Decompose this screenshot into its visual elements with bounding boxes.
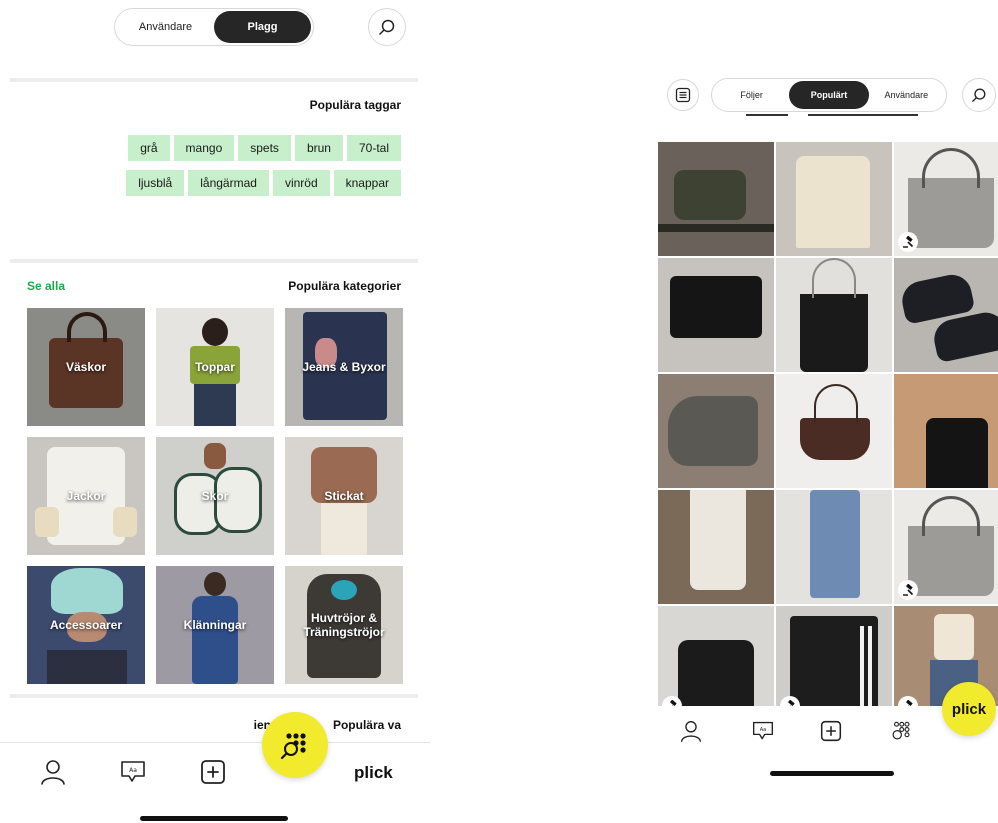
category-label: Skor [201,488,229,503]
messages-tab[interactable]: Aa [748,716,778,746]
chat-icon: Aa [753,721,773,740]
tag-chip[interactable]: ljusblå [126,170,185,196]
category-label: Jeans & Byxor [302,359,386,374]
plick-home-button[interactable]: plick [942,682,996,736]
search-icon [379,19,395,35]
category-tile[interactable]: Toppar [156,308,274,426]
popular-categories-title: Populära kategorier [288,279,401,293]
messages-tab[interactable]: Aa [116,755,150,789]
profile-tab[interactable] [36,755,70,789]
listing-photo[interactable] [658,490,774,604]
tab-popular[interactable]: Populärt [789,81,869,109]
tag-row-1: grå mango spets brun 70-tal [30,135,401,161]
category-tile[interactable]: Klänningar [156,566,274,684]
category-label: Klänningar [183,617,247,632]
listing-photo[interactable] [894,374,998,488]
tab-users[interactable]: Användare [869,81,944,109]
search-button[interactable] [368,8,406,46]
home-indicator [770,771,894,776]
category-label: Toppar [195,359,235,374]
section-divider [10,78,418,82]
tag-row-2: ljusblå långärmad vinröd knappar [30,170,401,196]
user-icon [41,760,65,785]
category-label: Huvtröjor & Träningströjor [303,610,385,639]
bottom-nav: Aa plick [0,742,430,802]
category-grid: Väskor Toppar Jeans & Byxor Jackor Skor [27,308,403,684]
category-tile[interactable]: Jackor [27,437,145,555]
tab-underline [808,114,918,116]
listing-photo[interactable] [658,606,774,720]
tag-chip[interactable]: mango [173,135,235,161]
listing-photo[interactable] [658,374,774,488]
tab-following[interactable]: Följer [714,81,789,109]
listing-photo[interactable] [776,142,892,256]
sell-tab[interactable] [196,755,230,789]
section-divider [10,694,418,698]
user-icon [681,721,701,742]
search-icon [972,88,986,102]
gavel-icon [903,236,914,248]
popular-listings-grid [658,142,998,720]
plus-square-icon [820,720,842,742]
explore-tab[interactable] [886,716,916,746]
tag-chip[interactable]: vinröd [272,170,330,196]
listing-photo[interactable] [776,258,892,372]
plus-square-icon [201,760,225,784]
search-button[interactable] [962,78,996,112]
svg-text:Aa: Aa [129,767,137,774]
feed-tabs: Följer Populärt Användare [711,78,947,112]
filter-button[interactable] [667,79,699,111]
list-icon [675,87,691,103]
home-indicator [140,816,288,821]
category-tile[interactable]: Accessoarer [27,566,145,684]
toggle-option-items[interactable]: Plagg [214,11,311,43]
sell-tab[interactable] [816,716,846,746]
listing-photo[interactable] [776,606,892,720]
tag-chip[interactable]: spets [238,135,291,161]
explore-dots-icon [892,721,910,740]
svg-text:Aa: Aa [760,727,767,733]
category-label: Jackor [66,488,106,503]
popular-tags-title: Populära taggar [309,98,401,112]
search-type-toggle: Användare Plagg [114,8,314,46]
listing-photo[interactable] [658,142,774,256]
tag-chip[interactable]: knappar [333,170,401,196]
section-divider [10,259,418,263]
listing-photo[interactable] [894,258,998,372]
tag-chip[interactable]: grå [128,135,170,161]
category-tile[interactable]: Väskor [27,308,145,426]
listing-photo[interactable] [776,374,892,488]
listing-photo[interactable] [776,490,892,604]
listing-photo[interactable] [658,258,774,372]
explore-dots-icon [280,733,306,760]
toggle-option-users[interactable]: Användare [117,11,214,43]
tag-chip[interactable]: långärmad [188,170,269,196]
chat-icon: Aa [121,761,145,782]
category-label: Väskor [65,359,107,374]
category-tile[interactable]: Huvtröjor & Träningströjor [285,566,403,684]
explore-button[interactable] [262,712,328,778]
category-tile[interactable]: Stickat [285,437,403,555]
left-phone-screen: Användare Plagg Populära taggar grå mango… [0,0,430,823]
listing-photo[interactable] [894,142,998,256]
category-label: Stickat [324,488,364,503]
plick-logo: plick [354,763,393,782]
tag-chip[interactable]: 70-tal [346,135,401,161]
see-all-link[interactable]: Se alla [27,279,65,293]
category-tile[interactable]: Jeans & Byxor [285,308,403,426]
profile-tab[interactable] [676,716,706,746]
right-phone-screen: Följer Populärt Användare Aa plick [640,0,998,823]
listing-photo[interactable] [894,490,998,604]
category-label: Accessoarer [49,617,123,632]
tab-underline [746,114,788,116]
tag-chip[interactable]: brun [294,135,343,161]
category-tile[interactable]: Skor [156,437,274,555]
auction-badge [898,580,918,600]
partial-title-prefix: Populära va [332,718,401,732]
gavel-icon [903,584,914,596]
auction-badge [898,232,918,252]
